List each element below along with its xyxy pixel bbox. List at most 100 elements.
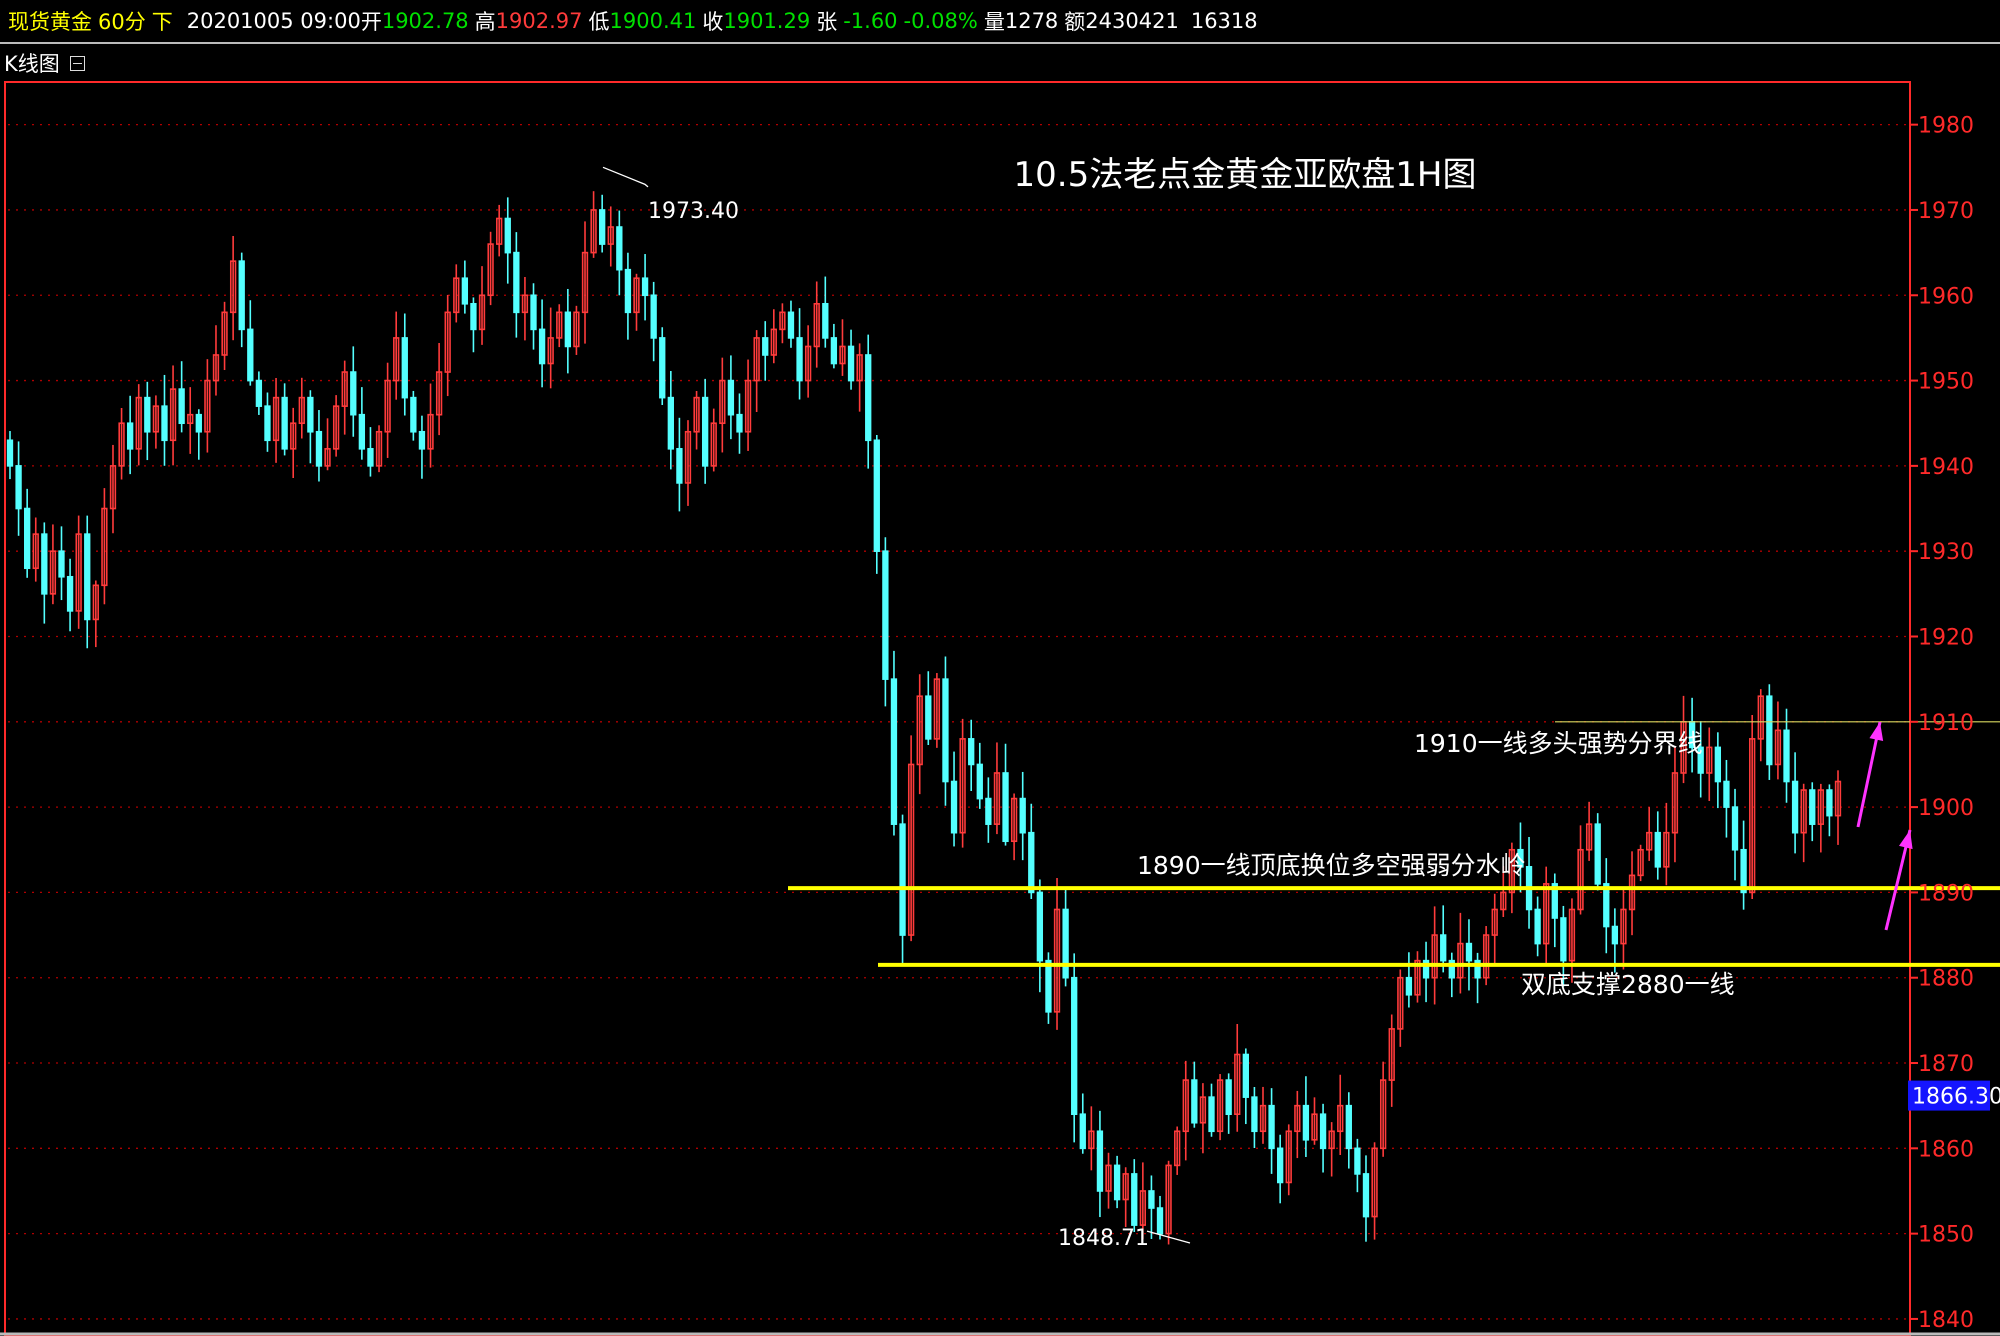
- candle-body: [1826, 789, 1833, 817]
- candle-body: [641, 277, 649, 297]
- axis-tick-label: 1900: [1918, 796, 1974, 821]
- candle-body: [281, 396, 288, 450]
- candle-body: [942, 678, 949, 783]
- candle-body: [1071, 976, 1078, 1116]
- candle-body: [84, 533, 91, 621]
- candle-body: [1062, 908, 1069, 979]
- candle-body: [624, 268, 632, 314]
- candle-body: [616, 226, 623, 271]
- candle-body: [1302, 1104, 1310, 1141]
- candle-body: [41, 533, 48, 595]
- candle-body: [1809, 789, 1816, 825]
- candle-body: [1594, 823, 1601, 885]
- candle-body: [1560, 917, 1567, 962]
- candle-body: [1345, 1104, 1352, 1150]
- candle-body: [307, 396, 314, 433]
- axis-tick-label: 1920: [1918, 625, 1974, 650]
- candle-body: [1534, 908, 1541, 945]
- candle-body: [976, 763, 983, 800]
- candle-body: [890, 678, 898, 825]
- candle-body: [1036, 891, 1044, 962]
- candle-body: [315, 430, 323, 467]
- candle-body: [238, 260, 245, 331]
- candle-body: [1242, 1053, 1249, 1098]
- candle-body: [667, 396, 674, 450]
- candle-body: [865, 354, 872, 442]
- candle-body: [1611, 925, 1619, 945]
- axis-tick-label: 1840: [1918, 1308, 1974, 1333]
- candle-body: [126, 422, 134, 450]
- candle-body: [418, 430, 426, 450]
- candle-body: [950, 780, 958, 834]
- candle-body: [1276, 1147, 1284, 1184]
- candle-body: [925, 695, 932, 740]
- low-price-label: 1848.71: [1058, 1226, 1149, 1251]
- candle-body: [1440, 934, 1447, 962]
- axis-tick-label: 1950: [1918, 370, 1974, 395]
- candle-body: [830, 337, 838, 365]
- high-marker: [602, 166, 649, 188]
- candle-body: [410, 396, 417, 433]
- candles-layer: [6, 191, 1842, 1245]
- chart-title: 10.5法老点金黄金亚欧盘1H图: [1014, 155, 1477, 195]
- candle-body: [1740, 848, 1747, 894]
- candle-body: [1148, 1190, 1155, 1209]
- axis-tick-label: 1870: [1918, 1052, 1974, 1077]
- candle-body: [1079, 1113, 1086, 1150]
- candle-body: [1354, 1147, 1361, 1175]
- axis-tick-label: 1860: [1918, 1137, 1974, 1162]
- candle-body: [1191, 1079, 1198, 1124]
- candle-body: [727, 379, 735, 416]
- candle-body: [1791, 780, 1799, 834]
- high-price-label: 1973.40: [648, 199, 739, 224]
- candle-body: [1362, 1173, 1370, 1218]
- candle-body: [1714, 746, 1722, 783]
- candle-body: [873, 439, 880, 552]
- candle-body: [796, 337, 803, 382]
- candle-body: [350, 371, 357, 416]
- candle-body: [882, 550, 889, 680]
- kline-chart[interactable]: 1840 1850 1860 1870 1880 1890 1900 1910 1920 1930…: [0, 0, 2000, 1336]
- candle-body: [1783, 729, 1790, 783]
- candle-body: [1096, 1130, 1104, 1192]
- axis-tick-label: 1930: [1918, 540, 1974, 565]
- candle-body: [401, 337, 408, 399]
- candle-body: [736, 413, 743, 433]
- axis-tick-label: 1970: [1918, 199, 1974, 224]
- axis-tick-label: 1980: [1918, 114, 1974, 139]
- candle-body: [650, 294, 657, 339]
- candle-body: [968, 738, 975, 766]
- candle-body: [787, 311, 795, 339]
- current-price-label: 1866.30: [1912, 1085, 2000, 1110]
- axis-tick-label: 1850: [1918, 1223, 1974, 1248]
- candle-body: [358, 413, 366, 450]
- grid-layer: [0, 81, 2000, 1336]
- annotation-double-bottom: 双底支撑2880一线: [1521, 970, 1735, 999]
- candle-body: [1465, 942, 1473, 962]
- candle-body: [676, 448, 683, 484]
- annotation-1910: 1910一线多头强势分界线: [1414, 729, 1703, 758]
- annotation-1890: 1890一线顶底换位多空强弱分水岭: [1137, 851, 1526, 880]
- candle-body: [504, 217, 511, 254]
- arrow-up-1-head: [1869, 722, 1884, 742]
- candle-body: [1603, 883, 1610, 928]
- candle-body: [1251, 1096, 1258, 1133]
- candle-body: [264, 405, 271, 442]
- axis-tick-label: 1880: [1918, 967, 1974, 992]
- candle-body: [1156, 1207, 1164, 1235]
- candle-body: [1405, 976, 1413, 996]
- candle-body: [255, 379, 263, 407]
- price-axis[interactable]: 1840 1850 1860 1870 1880 1890 1900 1910 1920 1930…: [1910, 114, 1974, 1333]
- candle-body: [1731, 806, 1739, 851]
- candle-body: [847, 345, 855, 382]
- candle-body: [1225, 1079, 1232, 1116]
- candle-body: [144, 396, 151, 433]
- candle-body: [513, 251, 520, 314]
- candle-body: [461, 277, 469, 305]
- candle-body: [899, 823, 906, 936]
- candle-body: [178, 388, 185, 425]
- candle-body: [985, 797, 992, 825]
- candle-body: [66, 575, 74, 612]
- axis-tick-label: 1890: [1918, 881, 1974, 906]
- candle-body: [1723, 780, 1730, 808]
